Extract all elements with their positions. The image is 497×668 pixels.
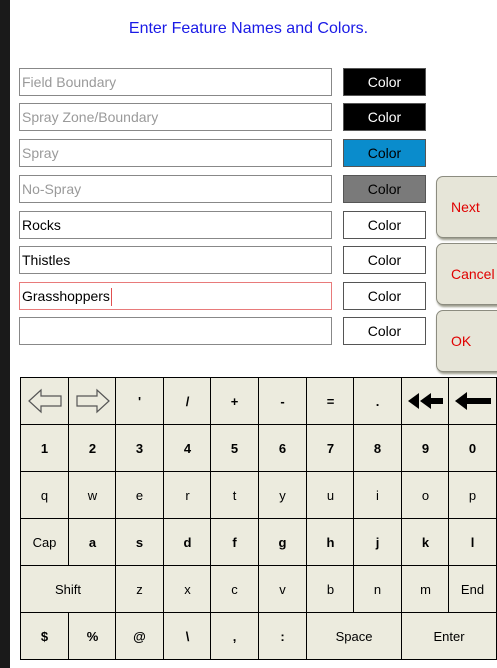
key[interactable]: 2 bbox=[68, 424, 117, 472]
enter-key[interactable]: Enter bbox=[401, 612, 497, 660]
key[interactable]: 9 bbox=[401, 424, 450, 472]
feature-name-placeholder: Field Boundary bbox=[22, 74, 117, 90]
feature-name-field[interactable]: Spray Zone/Boundary bbox=[19, 103, 332, 131]
key[interactable]: : bbox=[258, 612, 307, 660]
page-title: Enter Feature Names and Colors. bbox=[128, 20, 369, 37]
left-arrow-icon bbox=[27, 388, 63, 414]
key[interactable]: d bbox=[163, 518, 212, 566]
key[interactable]: y bbox=[258, 471, 307, 519]
key[interactable]: f bbox=[210, 518, 259, 566]
key[interactable]: - bbox=[258, 377, 307, 425]
color-button[interactable]: Color bbox=[343, 246, 426, 274]
key[interactable]: . bbox=[353, 377, 402, 425]
key[interactable]: t bbox=[210, 471, 259, 519]
key[interactable]: n bbox=[353, 565, 402, 613]
text-cursor bbox=[110, 288, 112, 307]
feature-name-field[interactable]: Field Boundary bbox=[19, 68, 332, 96]
key[interactable]: j bbox=[353, 518, 402, 566]
color-button[interactable]: Color bbox=[343, 139, 426, 167]
feature-name-placeholder: Spray bbox=[22, 145, 59, 161]
feature-name-field[interactable]: Grasshoppers bbox=[19, 282, 332, 310]
feature-name-field[interactable]: Spray bbox=[19, 139, 332, 167]
backspace-key[interactable] bbox=[448, 377, 497, 425]
key[interactable]: 8 bbox=[353, 424, 402, 472]
backspace-icon bbox=[454, 390, 492, 412]
key[interactable]: a bbox=[68, 518, 117, 566]
feature-name-field[interactable]: No-Spray bbox=[19, 175, 332, 203]
key[interactable]: 6 bbox=[258, 424, 307, 472]
feature-name-text: Grasshoppers bbox=[22, 288, 110, 304]
key[interactable]: 5 bbox=[210, 424, 259, 472]
key[interactable]: u bbox=[306, 471, 355, 519]
key[interactable]: r bbox=[163, 471, 212, 519]
key[interactable]: q bbox=[20, 471, 69, 519]
key[interactable]: s bbox=[115, 518, 164, 566]
key[interactable]: , bbox=[210, 612, 259, 660]
cursor-right-key[interactable] bbox=[68, 377, 117, 425]
color-button[interactable]: Color bbox=[343, 317, 426, 345]
key[interactable]: = bbox=[306, 377, 355, 425]
feature-name-field[interactable] bbox=[19, 317, 332, 345]
color-button[interactable]: Color bbox=[343, 175, 426, 203]
end-key[interactable]: End bbox=[448, 565, 497, 613]
key[interactable]: x bbox=[163, 565, 212, 613]
color-button[interactable]: Color bbox=[343, 282, 426, 310]
key[interactable]: 3 bbox=[115, 424, 164, 472]
key[interactable]: + bbox=[210, 377, 259, 425]
on-screen-keyboard: ' / + - =. 1 2 3 4 5 6 7 8 9 0 q w e r t y u i o p Cap a s d f g h j k l Sh… bbox=[20, 377, 497, 660]
key[interactable]: e bbox=[115, 471, 164, 519]
key[interactable]: 0 bbox=[448, 424, 497, 472]
feature-name-field[interactable]: Rocks bbox=[19, 211, 332, 239]
key[interactable]: ' bbox=[115, 377, 164, 425]
key[interactable]: m bbox=[401, 565, 450, 613]
key[interactable]: $ bbox=[20, 612, 69, 660]
key[interactable]: @ bbox=[115, 612, 164, 660]
key[interactable]: / bbox=[163, 377, 212, 425]
double-backspace-icon bbox=[407, 390, 445, 412]
key[interactable]: c bbox=[210, 565, 259, 613]
cancel-button[interactable]: Cancel bbox=[436, 243, 497, 305]
key[interactable]: g bbox=[258, 518, 307, 566]
key[interactable]: Cap bbox=[20, 518, 69, 566]
space-key[interactable]: Space bbox=[306, 612, 402, 660]
clear-word-key[interactable] bbox=[401, 377, 450, 425]
key[interactable]: 7 bbox=[306, 424, 355, 472]
key[interactable]: z bbox=[115, 565, 164, 613]
key[interactable]: o bbox=[401, 471, 450, 519]
key[interactable]: i bbox=[353, 471, 402, 519]
key[interactable]: h bbox=[306, 518, 355, 566]
color-button[interactable]: Color bbox=[343, 211, 426, 239]
feature-name-field[interactable]: Thistles bbox=[19, 246, 332, 274]
key[interactable]: w bbox=[68, 471, 117, 519]
color-button[interactable]: Color bbox=[343, 103, 426, 131]
key[interactable]: 1 bbox=[20, 424, 69, 472]
right-arrow-icon bbox=[75, 388, 111, 414]
ok-button[interactable]: OK bbox=[436, 310, 497, 372]
key[interactable]: b bbox=[306, 565, 355, 613]
key[interactable]: l bbox=[448, 518, 497, 566]
key[interactable]: k bbox=[401, 518, 450, 566]
key[interactable]: % bbox=[68, 612, 117, 660]
key[interactable]: 4 bbox=[163, 424, 212, 472]
key[interactable]: p bbox=[448, 471, 497, 519]
key[interactable]: \ bbox=[163, 612, 212, 660]
feature-name-text: Rocks bbox=[22, 217, 61, 233]
cursor-left-key[interactable] bbox=[20, 377, 69, 425]
feature-name-placeholder: Spray Zone/Boundary bbox=[22, 109, 159, 125]
feature-name-placeholder: No-Spray bbox=[22, 181, 82, 197]
color-button[interactable]: Color bbox=[343, 68, 426, 96]
next-button[interactable]: Next bbox=[436, 176, 497, 238]
feature-name-text: Thistles bbox=[22, 252, 71, 268]
shift-key[interactable]: Shift bbox=[20, 565, 116, 613]
key[interactable]: v bbox=[258, 565, 307, 613]
